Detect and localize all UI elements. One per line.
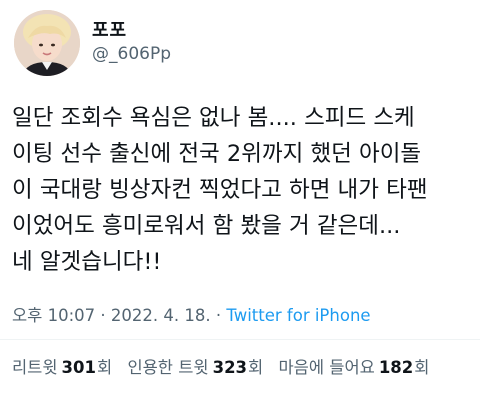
tweet-stats: 리트윗 301회 인용한 트윗 323회 마음에 들어요 182회 xyxy=(12,354,429,378)
tweet-text-line: 이 국대랑 빙상자컨 찍었다고 하면 내가 타팬 xyxy=(12,177,428,203)
divider xyxy=(0,339,480,340)
meta-separator: · xyxy=(95,306,111,325)
quotes-label: 인용한 트윗 xyxy=(127,358,209,377)
display-name[interactable]: 포포 xyxy=(92,16,127,42)
tweet-text-line: 네 알겟습니다!! xyxy=(12,249,162,275)
likes-stat[interactable]: 마음에 들어요 182회 xyxy=(278,358,429,377)
user-handle[interactable]: @_606Pp xyxy=(92,44,171,64)
quotes-count: 323 xyxy=(212,358,248,377)
tweet-time[interactable]: 오후 10:07 xyxy=(12,306,95,325)
avatar[interactable] xyxy=(14,10,80,76)
retweets-label: 리트윗 xyxy=(12,358,58,377)
tweet-text: 일단 조회수 욕심은 없나 봄.... 스피드 스케 이팅 선수 출신에 전국 … xyxy=(12,100,472,280)
quotes-stat[interactable]: 인용한 트윗 323회 xyxy=(127,358,263,377)
retweets-count: 301 xyxy=(61,358,96,377)
retweets-stat[interactable]: 리트윗 301회 xyxy=(12,358,112,377)
meta-separator: · xyxy=(210,306,227,325)
tweet-text-line: 이팅 선수 출신에 전국 2위까지 했던 아이돌 xyxy=(12,141,422,167)
tweet-text-line: 이었어도 흥미로워서 함 봤을 거 같은데... xyxy=(12,213,401,239)
avatar-image xyxy=(14,10,80,76)
tweet-date[interactable]: 2022. 4. 18. xyxy=(111,306,211,325)
tweet-text-line: 일단 조회수 욕심은 없나 봄.... 스피드 스케 xyxy=(12,105,415,131)
likes-unit: 회 xyxy=(414,358,430,377)
quotes-unit: 회 xyxy=(248,358,264,377)
tweet-source-link[interactable]: Twitter for iPhone xyxy=(226,306,370,325)
likes-count: 182 xyxy=(378,358,414,377)
tweet-card: 포포 @_606Pp 일단 조회수 욕심은 없나 봄.... 스피드 스케 이팅… xyxy=(0,0,480,400)
retweets-unit: 회 xyxy=(97,358,113,377)
likes-label: 마음에 들어요 xyxy=(278,358,375,377)
tweet-meta: 오후 10:07 · 2022. 4. 18. · Twitter for iP… xyxy=(12,302,371,326)
